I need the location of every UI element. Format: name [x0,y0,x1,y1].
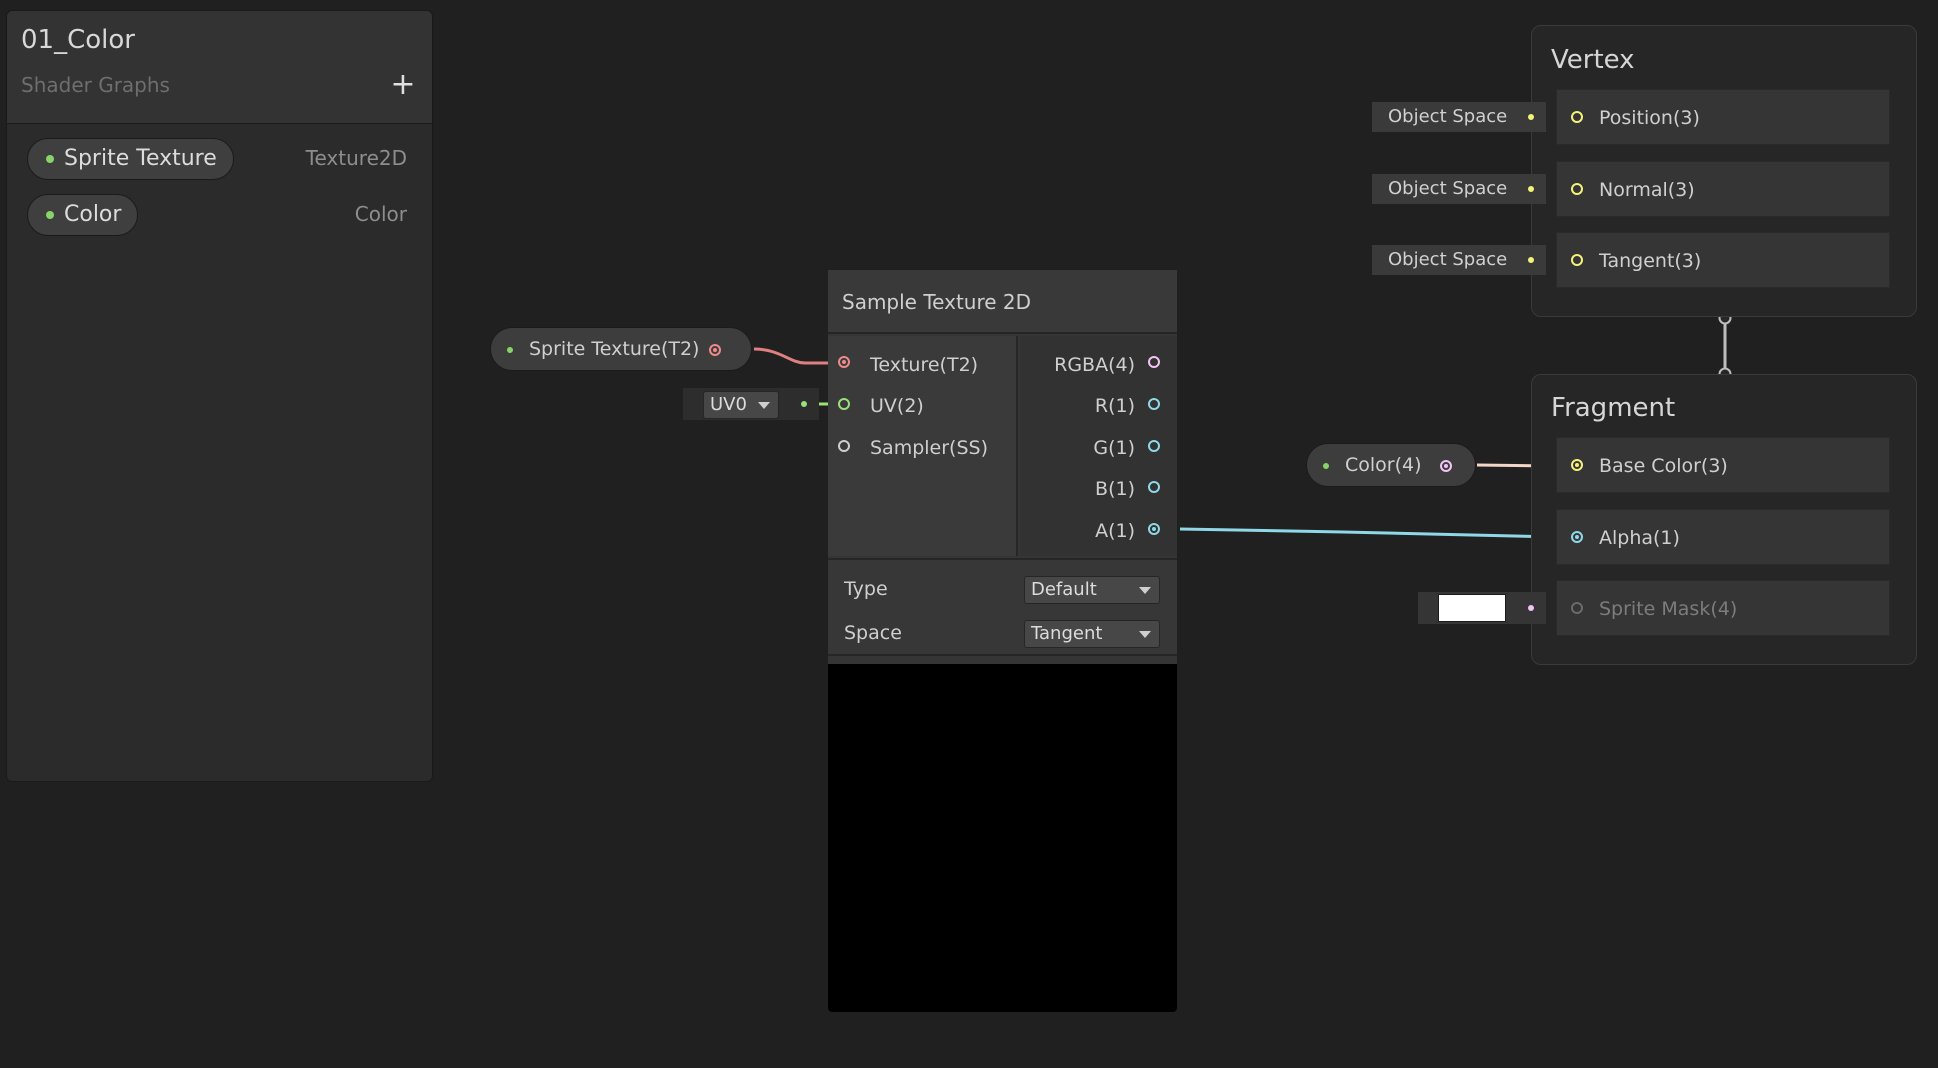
texture-input-port[interactable] [838,356,850,368]
input-label: UV(2) [870,395,924,417]
b-output-port[interactable] [1148,481,1160,493]
object-space-field: Object Space [1372,174,1546,204]
vertex-title: Vertex [1551,45,1635,75]
uv-channel-field: UV0 [683,388,819,420]
rgba-output-port[interactable] [1148,356,1160,368]
chevron-down-icon [1139,631,1151,638]
normal-input-port[interactable] [1571,183,1583,195]
sprite-mask-field [1418,592,1546,624]
position-block[interactable]: Position(3) [1556,89,1890,145]
property-name: Sprite Texture [64,146,217,171]
node-title: Sample Texture 2D [828,270,1177,334]
space-label: Object Space [1388,106,1508,127]
block-label: Sprite Mask(4) [1599,598,1738,620]
space-label: Object Space [1388,249,1508,270]
block-label: Position(3) [1599,107,1700,129]
output-label: B(1) [1095,478,1135,500]
blackboard-subtitle: Shader Graphs [21,73,170,97]
object-space-field: Object Space [1372,102,1546,132]
alpha-block[interactable]: Alpha(1) [1556,509,1890,565]
space-field-port [1528,186,1534,192]
node-settings: Type Default Space Tangent [828,558,1177,656]
base-color-input-port[interactable] [1571,459,1583,471]
sampler-input-port[interactable] [838,440,850,452]
fragment-title: Fragment [1551,393,1676,423]
property-exposed-dot [1323,463,1329,469]
chevron-down-icon [758,402,770,409]
node-preview [828,664,1177,1012]
position-input-port[interactable] [1571,111,1583,123]
chevron-down-icon [1139,587,1151,594]
space-label: Object Space [1388,178,1508,199]
sample-texture-2d-node[interactable]: Sample Texture 2D Texture(T2) UV(2) Samp… [828,270,1177,1012]
input-label: Sampler(SS) [870,437,988,459]
node-outputs: RGBA(4) R(1) G(1) B(1) A(1) [1020,336,1177,556]
sprite-texture-property-node[interactable]: Sprite Texture(T2) [490,327,752,371]
space-dropdown[interactable]: Tangent [1024,620,1160,648]
output-label: RGBA(4) [1054,354,1135,376]
uv-channel-dropdown[interactable]: UV0 [703,391,779,419]
space-field-port [1528,257,1534,263]
input-label: Texture(T2) [870,354,979,376]
alpha-input-port[interactable] [1571,531,1583,543]
output-label: G(1) [1093,437,1135,459]
block-label: Alpha(1) [1599,527,1680,549]
property-sprite-texture[interactable]: Sprite Texture [27,138,234,180]
g-output-port[interactable] [1148,440,1160,452]
space-label: Space [844,622,902,644]
normal-block[interactable]: Normal(3) [1556,161,1890,217]
node-label: Color(4) [1345,454,1422,476]
color-swatch[interactable] [1438,594,1506,622]
node-label: Sprite Texture(T2) [529,338,700,360]
output-label: A(1) [1095,520,1135,542]
base-color-block[interactable]: Base Color(3) [1556,437,1890,493]
mask-field-port [1528,605,1534,611]
type-label: Type [844,578,888,600]
uv-field-port [801,401,807,407]
property-type: Texture2D [305,146,407,170]
tangent-block[interactable]: Tangent(3) [1556,232,1890,288]
object-space-field: Object Space [1372,245,1546,275]
color-output-port[interactable] [1440,460,1452,472]
node-inputs: Texture(T2) UV(2) Sampler(SS) [828,336,1018,556]
type-dropdown[interactable]: Default [1024,576,1160,604]
blackboard-panel: 01_Color Shader Graphs + Sprite Texture … [6,10,433,782]
space-value: Tangent [1031,623,1103,644]
r-output-port[interactable] [1148,398,1160,410]
output-label: R(1) [1094,395,1135,417]
uv-channel-value: UV0 [710,394,747,415]
property-exposed-dot [507,347,513,353]
property-exposed-dot [46,211,54,219]
wire-alpha [1179,527,1560,539]
space-field-port [1528,114,1534,120]
blackboard-title: 01_Color [21,25,135,55]
add-property-button[interactable]: + [385,67,421,103]
block-label: Base Color(3) [1599,455,1728,477]
a-output-port[interactable] [1148,523,1160,535]
block-label: Normal(3) [1599,179,1695,201]
property-type: Color [354,202,407,226]
property-name: Color [64,202,122,227]
sprite-mask-input-port[interactable] [1571,602,1583,614]
tangent-input-port[interactable] [1571,254,1583,266]
property-exposed-dot [46,155,54,163]
blackboard-header: 01_Color Shader Graphs + [7,11,432,124]
uv-input-port[interactable] [838,398,850,410]
property-color[interactable]: Color [27,194,139,236]
type-value: Default [1031,579,1097,600]
sprite-mask-block[interactable]: Sprite Mask(4) [1556,580,1890,636]
color-property-node[interactable]: Color(4) [1306,443,1476,487]
block-label: Tangent(3) [1599,250,1702,272]
texture-output-port[interactable] [709,344,721,356]
